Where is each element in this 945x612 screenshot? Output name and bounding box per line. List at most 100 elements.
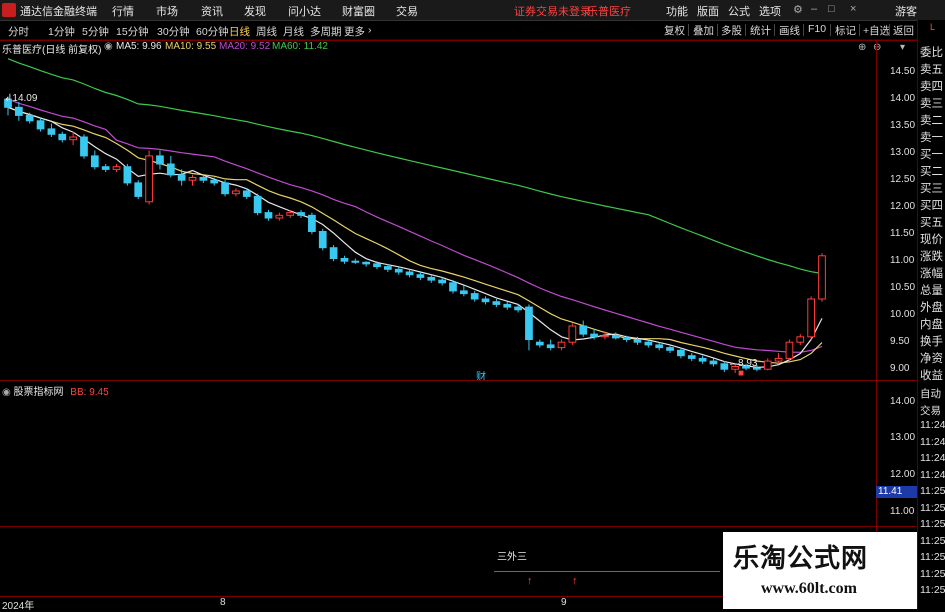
settings-icon[interactable]: ⚙ [793,3,803,16]
period-1min[interactable]: 1分钟 [48,24,75,39]
candle[interactable] [362,261,371,267]
candle[interactable] [101,164,110,173]
period-monthly[interactable]: 月线 [283,24,304,39]
candle[interactable] [405,269,414,278]
candle[interactable] [785,339,794,362]
candlestick-chart[interactable] [0,56,876,380]
period-intraday[interactable]: 分时 [8,24,29,39]
candle[interactable] [818,253,826,302]
menu-item-layout[interactable]: 版面 [697,3,719,19]
menu-item-quotes[interactable]: 行情 [112,3,134,19]
trade-login-notice[interactable]: 证券交易未登录 [514,3,591,19]
period-60min[interactable]: 60分钟 [196,24,229,39]
period-30min[interactable]: 30分钟 [157,24,190,39]
menu-item-trade[interactable]: 交易 [396,3,418,19]
candle[interactable] [134,180,143,200]
candle[interactable] [427,274,436,283]
close-icon[interactable]: × [850,3,856,15]
guest-label[interactable]: 游客 [895,3,917,19]
period-5min[interactable]: 5分钟 [82,24,109,39]
candle[interactable] [698,355,707,364]
minimize-icon[interactable]: – [811,3,817,15]
candle[interactable] [232,188,240,197]
btn-add-favorite[interactable]: +自选 [863,23,890,38]
panel-mode-label[interactable]: 自动 [920,386,941,401]
candle[interactable] [763,358,772,371]
period-daily[interactable]: 日线 [229,24,250,39]
menu-item-formula[interactable]: 公式 [728,3,750,19]
indicator-toggle-icon[interactable]: ◉ [2,387,11,398]
btn-back[interactable]: 返回 [893,23,914,38]
candle[interactable] [47,123,56,138]
more-chevron-icon[interactable]: › [368,24,372,36]
candle[interactable] [503,301,512,310]
ma-toggle-icon[interactable]: ◉ [104,41,113,52]
candle[interactable] [156,150,164,170]
candle[interactable] [253,193,262,216]
candle[interactable] [166,155,175,178]
menu-item-discover[interactable]: 发现 [244,3,266,19]
menu-item-options[interactable]: 选项 [759,3,781,19]
candle[interactable] [807,296,816,340]
candle[interactable] [535,339,544,348]
candle[interactable] [525,304,533,351]
period-weekly[interactable]: 周线 [256,24,277,39]
candle[interactable] [796,334,805,345]
candle[interactable] [188,174,197,186]
candle[interactable] [568,323,577,345]
candle[interactable] [318,228,327,251]
candle[interactable] [264,209,273,221]
menu-item-news[interactable]: 资讯 [201,3,223,19]
candle[interactable] [286,209,295,218]
candle[interactable] [416,272,425,281]
panel-mode-label[interactable]: 交易 [920,403,941,418]
candle[interactable] [14,101,23,121]
candle[interactable] [221,180,229,197]
menu-item-function[interactable]: 功能 [666,3,688,19]
menu-item-ask[interactable]: 问小达 [288,3,321,19]
btn-f10[interactable]: F10 [808,23,826,35]
candle[interactable] [340,255,349,264]
candle-body [264,212,273,219]
candle[interactable] [36,118,45,132]
candle[interactable] [123,164,132,186]
candle[interactable] [329,245,338,262]
period-more[interactable]: 更多 [344,24,365,39]
zoom-out-icon[interactable]: ⊖ [873,42,881,53]
candle[interactable] [145,150,153,205]
candle[interactable] [611,332,620,340]
btn-stats[interactable]: 统计 [750,23,771,38]
maximize-icon[interactable]: □ [828,3,835,15]
candle[interactable] [308,212,316,235]
candle[interactable] [557,339,566,351]
candle[interactable] [481,296,490,305]
zoom-in-icon[interactable]: ⊕ [858,42,866,53]
candle[interactable] [579,320,588,337]
candle[interactable] [470,290,479,302]
period-15min[interactable]: 15分钟 [116,24,149,39]
candle[interactable] [112,164,121,173]
candle[interactable] [58,131,67,143]
red-event-marker[interactable]: ■ [738,368,744,379]
candle[interactable] [459,285,468,297]
menu-item-market[interactable]: 市场 [156,3,178,19]
btn-fuquan[interactable]: 复权 [664,23,685,38]
candle[interactable] [774,353,783,364]
candle[interactable] [90,150,99,170]
candle[interactable] [687,353,696,362]
candle[interactable] [351,258,360,264]
candle[interactable] [275,212,284,221]
candle[interactable] [709,358,718,367]
candle[interactable] [492,299,501,308]
menu-item-wealth[interactable]: 财富圈 [342,3,375,19]
btn-draw[interactable]: 画线 [779,23,800,38]
candle[interactable] [546,339,555,351]
candle[interactable] [297,209,305,218]
collapse-icon[interactable]: ▾ [900,42,905,53]
btn-overlay[interactable]: 叠加 [693,23,714,38]
btn-mark[interactable]: 标记 [835,23,856,38]
period-multi[interactable]: 多周期 [310,24,342,39]
btn-multi-stock[interactable]: 多股 [721,23,742,38]
candle[interactable] [80,134,88,159]
candle[interactable] [720,361,729,372]
